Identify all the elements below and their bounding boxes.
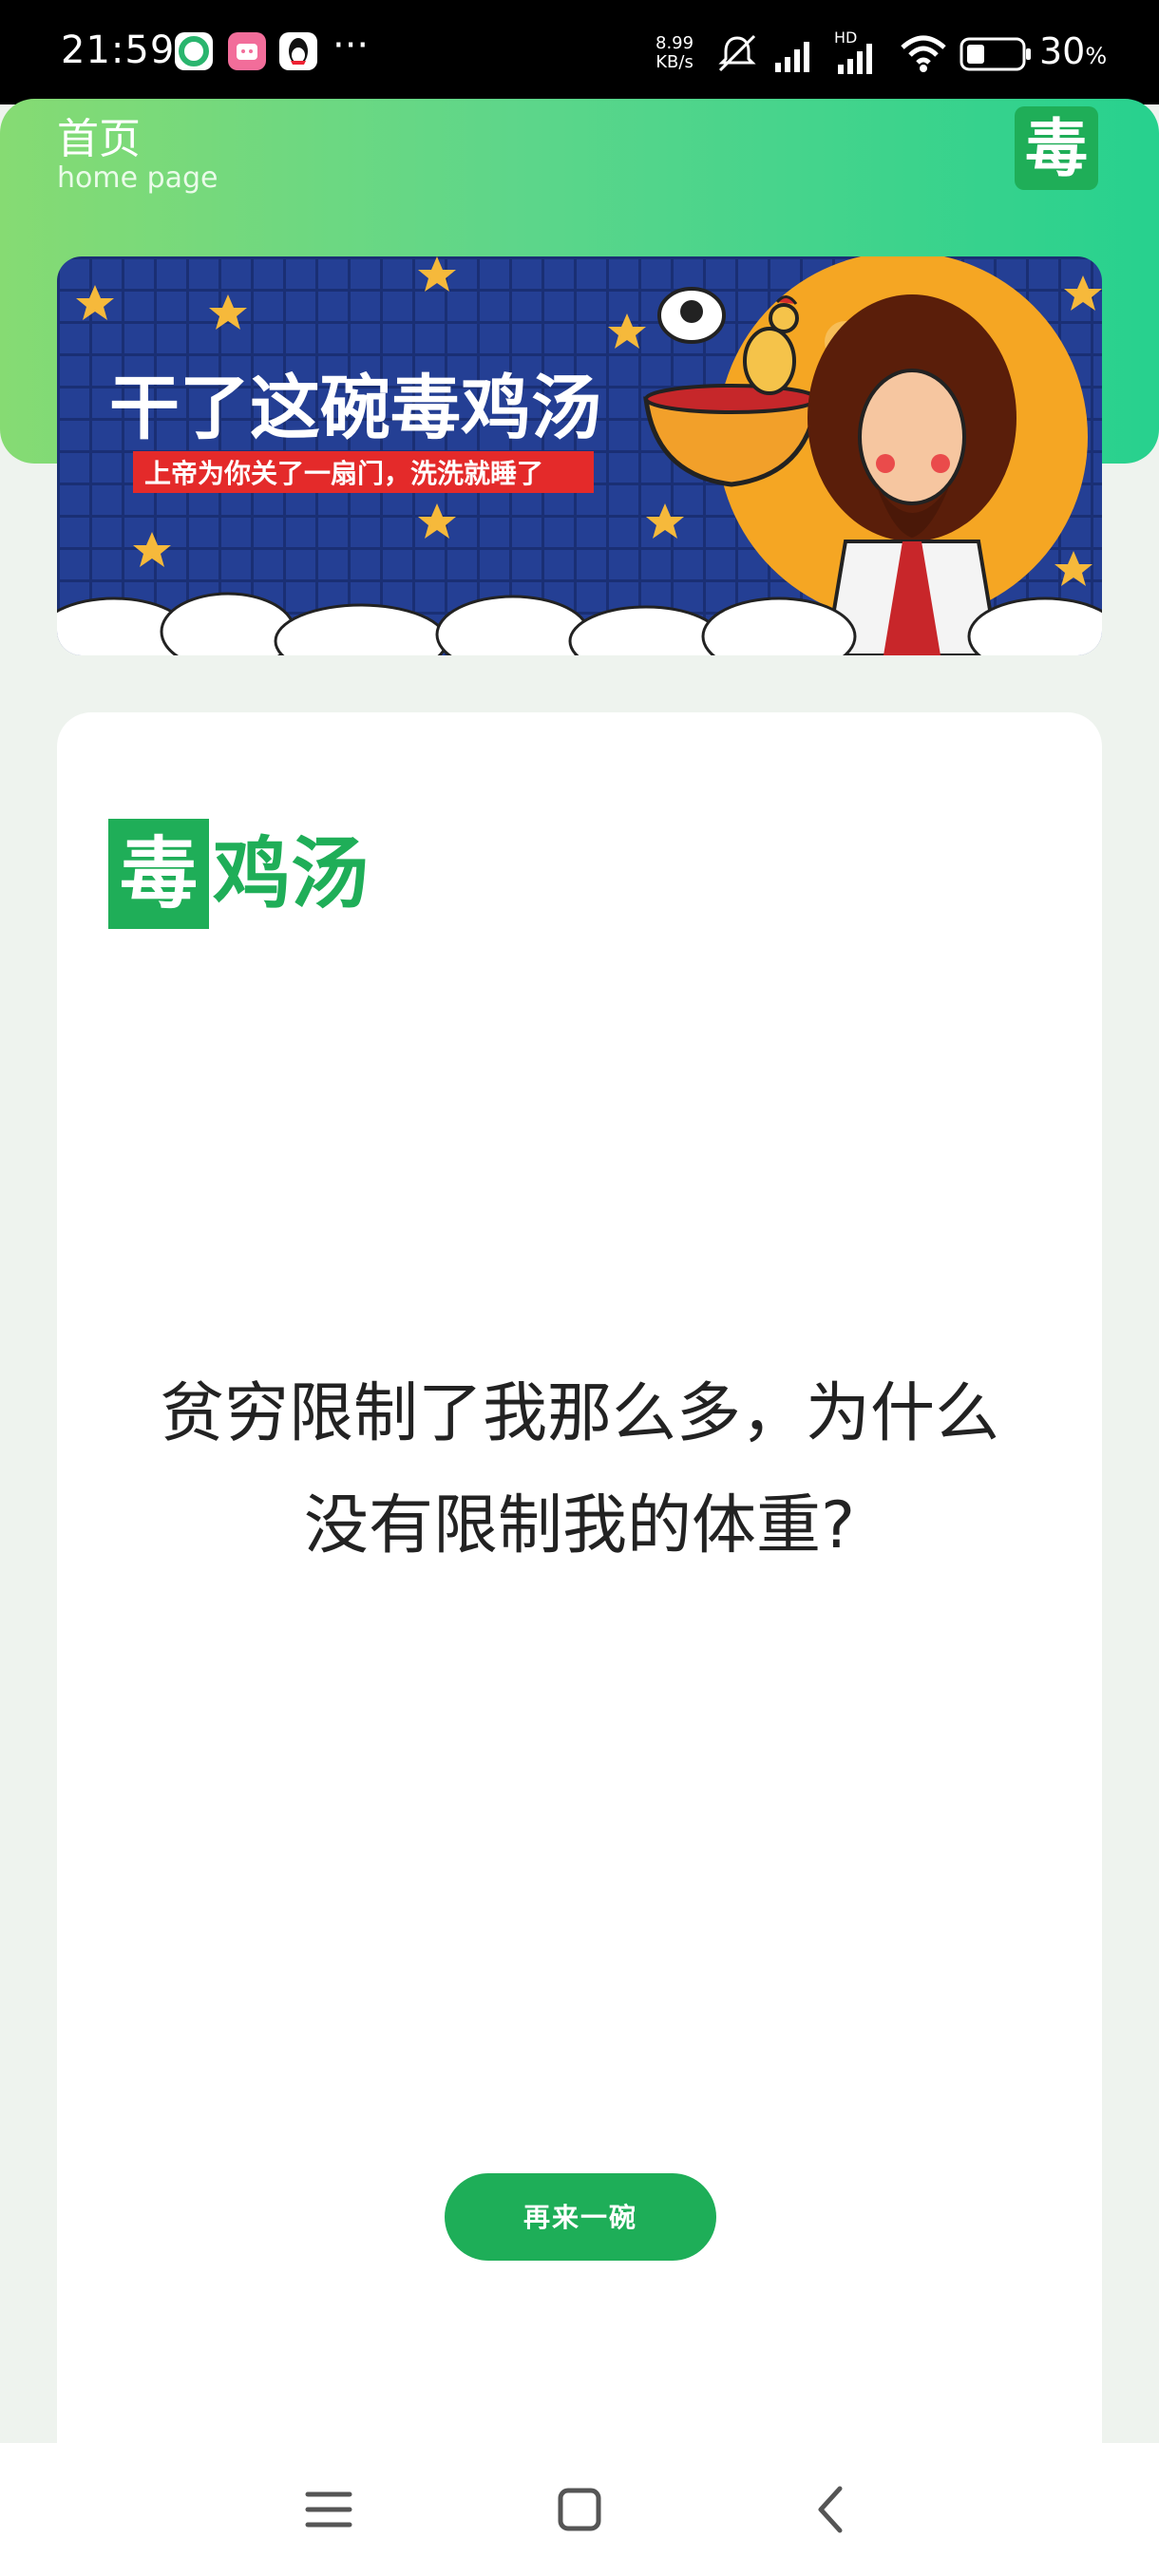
signal-icon-2	[838, 44, 872, 74]
mute-icon	[718, 34, 756, 72]
page-subtitle: home page	[57, 161, 218, 195]
battery-icon	[960, 37, 1031, 71]
clock: 21:59	[61, 28, 176, 72]
quote-text: 贫穷限制了我那么多，为什么 没有限制我的体重?	[95, 1358, 1064, 1582]
another-bowl-button[interactable]: 再来一碗	[445, 2173, 716, 2261]
battery-percent: 30%	[1039, 30, 1108, 72]
menu-icon[interactable]	[300, 2481, 357, 2538]
system-navigation-bar	[0, 2443, 1159, 2576]
quote-line-2: 没有限制我的体重?	[303, 1488, 856, 1563]
network-speed: 8.99 KB/s	[656, 33, 694, 72]
banner-tagline: 上帝为你关了一扇门，洗洗就睡了	[144, 458, 543, 489]
back-icon[interactable]	[804, 2481, 861, 2538]
signal-icon-1	[775, 42, 809, 72]
more-notifications-icon: ···	[332, 24, 370, 67]
banner-headline: 干了这碗毒鸡汤	[109, 368, 601, 449]
wifi-icon	[901, 35, 946, 72]
quote-line-1: 贫穷限制了我那么多，为什么	[159, 1376, 999, 1451]
banner-image[interactable]: 干了这碗毒鸡汤 上帝为你关了一扇门，洗洗就睡了	[57, 256, 1102, 655]
soup-logo-text: 鸡汤	[213, 828, 370, 919]
qq-icon	[279, 32, 317, 70]
app-icon-1	[175, 32, 213, 70]
banner-illustration: 干了这碗毒鸡汤 上帝为你关了一扇门，洗洗就睡了	[57, 256, 1102, 655]
app-logo-icon: 毒	[1015, 106, 1098, 190]
soup-logo-badge: 毒	[108, 819, 209, 929]
page-title: 首页	[57, 115, 141, 163]
soup-card: 毒 鸡汤 贫穷限制了我那么多，为什么 没有限制我的体重? 再来一碗	[57, 712, 1102, 2576]
app-icon-2	[228, 32, 266, 70]
home-icon[interactable]	[551, 2481, 608, 2538]
status-bar: 21:59 ··· 8.99 KB/s HD 30%	[0, 0, 1159, 104]
